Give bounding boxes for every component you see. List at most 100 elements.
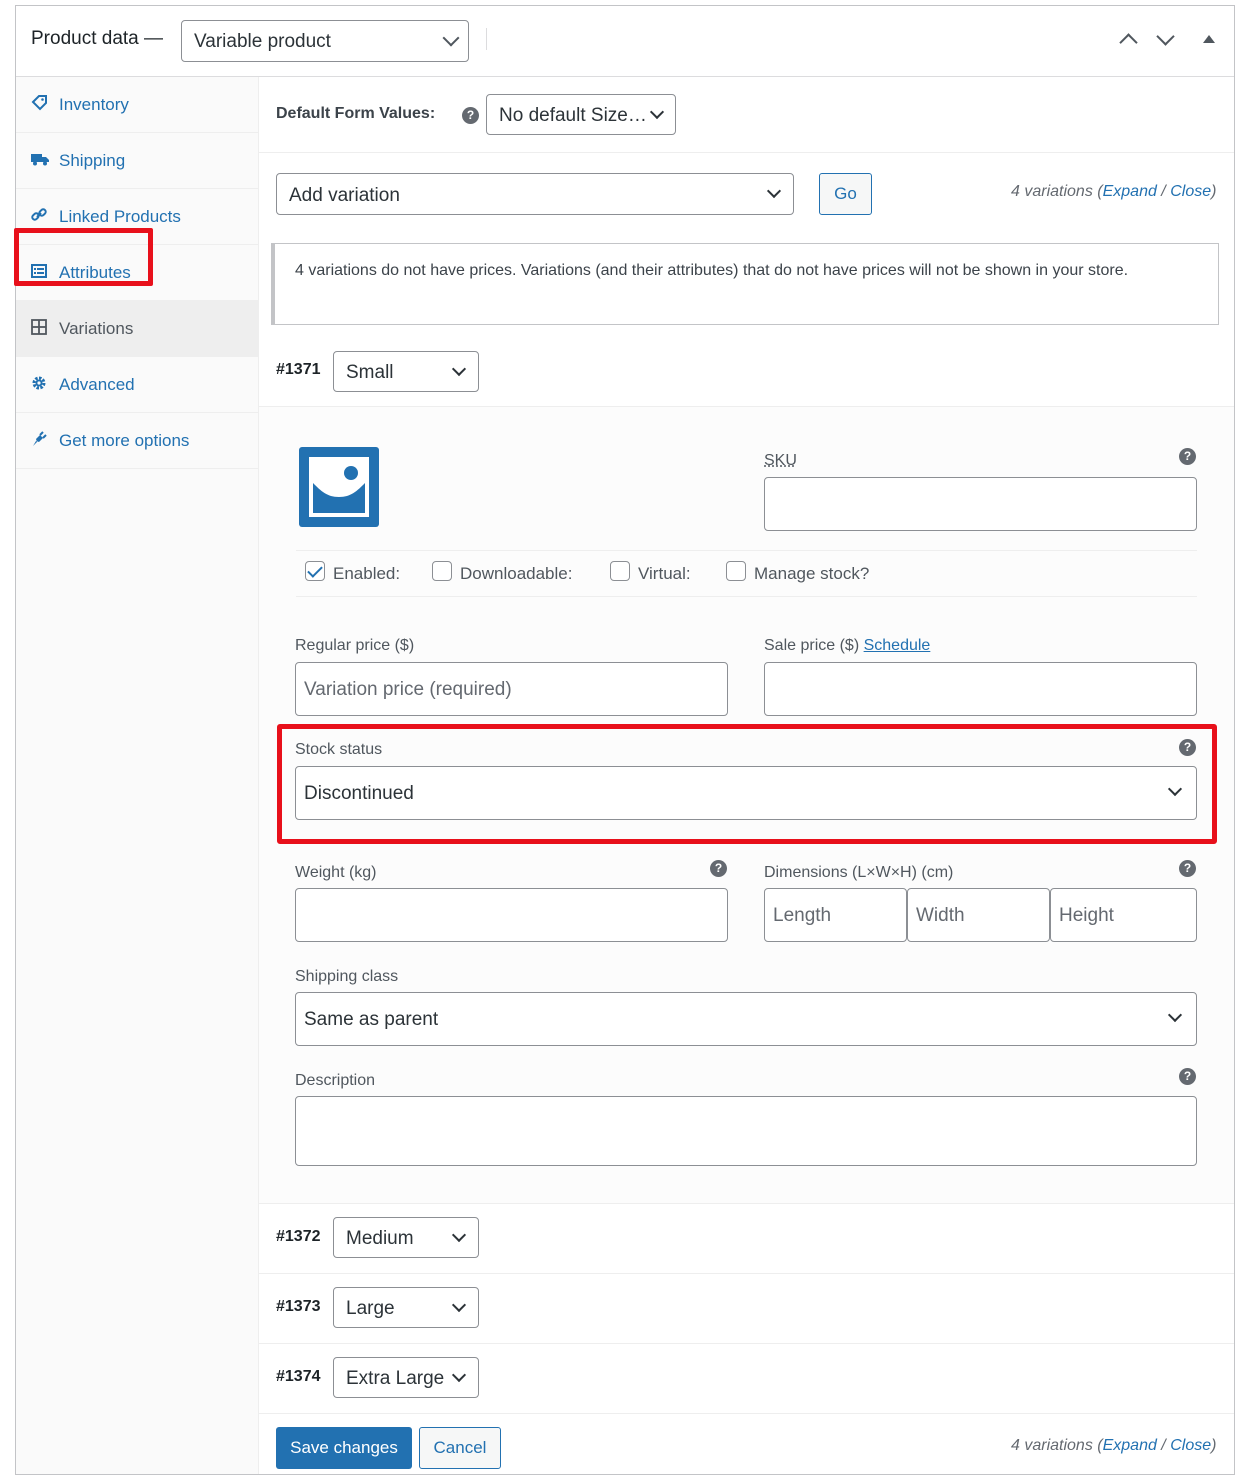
chevron-down-icon — [451, 1367, 467, 1383]
help-icon[interactable]: ? — [710, 860, 727, 877]
highlight-variations-tab — [14, 228, 153, 286]
downloadable-label: Downloadable: — [460, 564, 573, 583]
variation-row-1372[interactable]: #1372 Medium — [259, 1204, 1234, 1274]
chevron-down-icon — [451, 361, 467, 377]
image-placeholder-icon — [309, 457, 369, 517]
variation-id: #1373 — [276, 1298, 321, 1315]
product-type-select[interactable]: Variable product — [181, 20, 469, 62]
close-paren: ) — [1211, 1437, 1217, 1454]
product-data-box: Product data — Variable product Inventor… — [14, 5, 1235, 1475]
close-link[interactable]: Close — [1170, 183, 1211, 200]
shipping-class-select[interactable]: Same as parent — [295, 992, 1197, 1046]
collapse-toggle-icon[interactable] — [1203, 35, 1215, 43]
help-icon[interactable]: ? — [1179, 1068, 1196, 1085]
separator: / — [1156, 1437, 1171, 1454]
sku-input[interactable] — [764, 477, 1197, 531]
width-input[interactable]: Width — [907, 888, 1050, 942]
default-size-select[interactable]: No default Size… — [486, 94, 676, 135]
tab-label: Shipping — [59, 151, 126, 170]
enabled-checkbox[interactable] — [305, 561, 325, 581]
help-icon[interactable]: ? — [462, 107, 479, 124]
chevron-down-icon — [649, 104, 665, 120]
sale-price-input[interactable] — [764, 662, 1197, 716]
missing-prices-notice: 4 variations do not have prices. Variati… — [271, 243, 1219, 325]
weight-input[interactable] — [295, 888, 728, 942]
tab-label: Inventory — [59, 95, 129, 114]
product-data-header: Product data — Variable product — [16, 6, 1234, 77]
gear-icon — [31, 375, 49, 393]
help-icon[interactable]: ? — [1179, 448, 1196, 465]
variation-id: #1371 — [276, 361, 321, 378]
variation-row-1373[interactable]: #1373 Large — [259, 1274, 1234, 1344]
variation-size-select[interactable]: Large — [333, 1287, 479, 1328]
variations-count-text: 4 variations ( — [1011, 183, 1103, 200]
variation-actions-row: Add variation 4 variations (Expand / Clo… — [259, 153, 1234, 229]
expand-link[interactable]: Expand — [1103, 183, 1157, 200]
move-up-icon[interactable] — [1119, 33, 1138, 52]
tab-label: Linked Products — [59, 207, 181, 226]
height-input[interactable]: Height — [1050, 888, 1197, 942]
variation-row-1371[interactable]: #1371 Small — [259, 335, 1234, 407]
variation-row-1374[interactable]: #1374 Extra Large — [259, 1344, 1234, 1414]
sale-price-label-text: Sale price ($) — [764, 637, 860, 654]
variation-size-value: Medium — [346, 1228, 414, 1249]
virtual-checkbox[interactable] — [610, 561, 630, 581]
move-down-icon[interactable] — [1156, 27, 1175, 46]
variation-size-select[interactable]: Medium — [333, 1217, 479, 1258]
variation-size-value: Small — [346, 362, 394, 383]
product-data-tabs: Inventory Shipping Linked Products Attri… — [16, 77, 259, 1474]
separator: / — [1156, 183, 1171, 200]
variation-size-select[interactable]: Extra Large — [333, 1357, 479, 1398]
help-icon[interactable]: ? — [1179, 860, 1196, 877]
enabled-label: Enabled: — [333, 564, 401, 583]
close-link[interactable]: Close — [1170, 1437, 1211, 1454]
add-variation-value: Add variation — [289, 185, 400, 206]
tab-get-more-options[interactable]: Get more options — [16, 413, 259, 469]
width-placeholder: Width — [916, 905, 965, 926]
expand-link[interactable]: Expand — [1103, 1437, 1157, 1454]
add-variation-select[interactable]: Add variation — [276, 173, 794, 215]
schedule-link[interactable]: Schedule — [864, 637, 931, 654]
shipping-class-value: Same as parent — [304, 1009, 439, 1030]
save-changes-button[interactable]: Save changes — [276, 1427, 412, 1469]
downloadable-checkbox[interactable] — [432, 561, 452, 581]
header-divider — [486, 28, 487, 50]
description-label: Description — [295, 1072, 376, 1089]
variation-size-select[interactable]: Small — [333, 351, 479, 392]
chevron-down-icon — [451, 1297, 467, 1313]
product-type-value: Variable product — [194, 31, 331, 52]
sku-label: SKU — [764, 452, 797, 469]
virtual-label: Virtual: — [638, 564, 691, 583]
divider — [296, 550, 1197, 551]
chevron-down-icon — [766, 183, 782, 199]
dimensions-label: Dimensions (L×W×H) (cm) — [764, 864, 954, 881]
variation-size-value: Extra Large — [346, 1368, 445, 1389]
default-form-values-label: Default Form Values: — [276, 105, 436, 122]
cancel-button[interactable]: Cancel — [419, 1427, 501, 1469]
variation-id: #1372 — [276, 1228, 321, 1245]
plugin-icon — [31, 431, 49, 449]
variations-count: 4 variations (Expand / Close) — [1011, 183, 1216, 201]
go-button[interactable]: Go — [819, 173, 872, 215]
tab-advanced[interactable]: Advanced — [16, 357, 259, 413]
tab-variations[interactable]: Variations — [16, 301, 259, 357]
link-icon — [31, 207, 49, 225]
length-placeholder: Length — [773, 905, 832, 926]
chevron-down-icon — [442, 29, 460, 47]
product-data-title: Product data — — [31, 28, 164, 49]
tab-label: Get more options — [59, 431, 190, 450]
length-input[interactable]: Length — [764, 888, 907, 942]
variations-count-text: 4 variations ( — [1011, 1437, 1103, 1454]
tab-shipping[interactable]: Shipping — [16, 133, 259, 189]
tag-icon — [31, 95, 49, 113]
variations-panel: Default Form Values: ? No default Size… … — [259, 77, 1234, 1474]
divider — [296, 596, 1197, 597]
manage-stock-checkbox[interactable] — [726, 561, 746, 581]
variation-details-1371: SKU ? Enabled: Downloadable: Virtual: Ma… — [259, 407, 1234, 1204]
regular-price-input[interactable]: Variation price (required) — [295, 662, 728, 716]
default-form-values-row: Default Form Values: ? No default Size… — [259, 77, 1234, 153]
tab-inventory[interactable]: Inventory — [16, 77, 259, 133]
description-textarea[interactable] — [295, 1096, 1197, 1166]
default-size-value: No default Size… — [499, 105, 647, 126]
variation-image-upload[interactable] — [299, 447, 379, 527]
